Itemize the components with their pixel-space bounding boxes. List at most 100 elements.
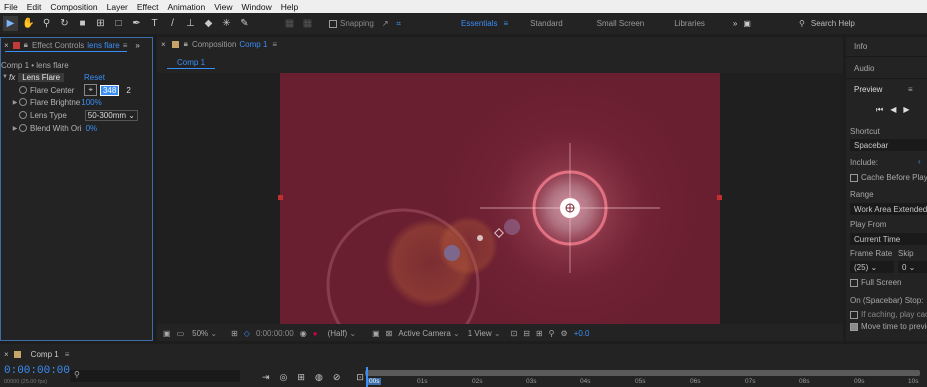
expand-icon[interactable]: ▼	[1, 74, 9, 80]
align-icon[interactable]: ▦	[282, 16, 297, 31]
panel-menu-icon[interactable]: ≡	[123, 41, 128, 50]
sync-icon[interactable]: ▣	[743, 19, 751, 28]
exposure-icon[interactable]: ⚙	[561, 329, 568, 338]
zoom-select[interactable]: 50%	[192, 329, 217, 338]
comp-flow-icon[interactable]: ⇥	[262, 372, 270, 383]
effect-row-lens-flare[interactable]: ▼ fx Lens Flare Reset	[1, 71, 152, 83]
composition-label[interactable]: Composition	[192, 40, 236, 49]
timeline-icon[interactable]: ⊞	[536, 329, 543, 338]
prev-frame-icon[interactable]: ◀	[890, 105, 896, 115]
current-time[interactable]: 0:00:00:00	[256, 329, 294, 338]
expand-icon[interactable]: ▶	[11, 125, 19, 132]
region-icon[interactable]: ▣	[372, 329, 380, 338]
effect-controls-target[interactable]: lens flare	[87, 41, 119, 50]
full-screen[interactable]: Full Screen	[850, 278, 901, 287]
time-ruler[interactable]: 00s 01s 02s 03s 04s 05s 06s 07s 08s 09s …	[361, 367, 927, 387]
rotate-tool-icon[interactable]: ↻	[57, 16, 72, 31]
panel-menu-icon[interactable]: ≡	[65, 350, 70, 359]
workspace-small-screen[interactable]: Small Screen	[597, 19, 645, 28]
crosshair-icon[interactable]: ⌖	[84, 84, 97, 96]
graph-editor-icon[interactable]: ⊘	[333, 372, 341, 383]
fast-preview-icon[interactable]: ⊟	[523, 329, 530, 338]
current-timecode[interactable]: 0:00:00:00	[4, 365, 70, 377]
lock-icon[interactable]: 🔒︎	[24, 40, 28, 50]
snapshot-icon[interactable]: ◉	[300, 329, 307, 338]
camera-select[interactable]: Active Camera	[398, 329, 459, 338]
snap-target-icon[interactable]: ⌗	[397, 19, 402, 29]
overflow-icon[interactable]: »	[135, 41, 139, 50]
menu-file[interactable]: File	[0, 2, 23, 12]
clone-stamp-tool-icon[interactable]: ⊥	[183, 16, 198, 31]
cache-before-play[interactable]: Cache Before Play	[850, 173, 927, 182]
menu-effect[interactable]: Effect	[133, 2, 164, 12]
if-caching-checkbox[interactable]	[850, 310, 858, 319]
panel-menu-icon[interactable]: ≡	[908, 85, 913, 94]
selection-tool-icon[interactable]: ▶	[3, 16, 18, 31]
resolution-select[interactable]: (Half)	[328, 329, 357, 338]
hand-tool-icon[interactable]: ✋	[21, 16, 36, 31]
mask-icon[interactable]: ◇	[244, 329, 250, 338]
menu-window[interactable]: Window	[238, 2, 277, 12]
lens-type-select[interactable]: 50-300mm ⌄	[84, 109, 138, 121]
effect-controls-tab-label[interactable]: Effect Controls	[32, 41, 84, 50]
composition-viewer[interactable]	[157, 73, 843, 324]
workspace-standard[interactable]: Standard	[530, 19, 562, 28]
pen-tool-icon[interactable]: ✒	[129, 16, 144, 31]
play-from-select[interactable]: Current Time	[850, 233, 927, 245]
exposure-value[interactable]: +0.0	[574, 329, 590, 338]
type-tool-icon[interactable]: T	[147, 16, 162, 31]
fx-badge-icon[interactable]: fx	[9, 73, 15, 82]
menu-view[interactable]: View	[210, 2, 237, 12]
camera-tool-icon[interactable]: ■	[75, 16, 90, 31]
search-help[interactable]: ⚲ Search Help	[799, 17, 927, 30]
grid-icon[interactable]: ⊞	[231, 329, 238, 338]
first-frame-icon[interactable]: ⏮	[876, 105, 883, 115]
layer-handle-left[interactable]	[278, 195, 283, 200]
playhead[interactable]	[366, 367, 368, 387]
shortcut-select[interactable]: Spacebar	[850, 139, 927, 151]
layer-handle-right[interactable]	[717, 195, 722, 200]
menu-help[interactable]: Help	[277, 2, 303, 12]
expand-icon[interactable]: ▶	[11, 99, 19, 106]
pan-behind-tool-icon[interactable]: ⊞	[93, 16, 108, 31]
preview-panel-tab[interactable]: Preview	[854, 85, 882, 94]
workspace-overflow-icon[interactable]: »	[733, 19, 737, 28]
close-icon[interactable]: ×	[4, 350, 9, 359]
view-layout-select[interactable]: 1 View	[468, 329, 501, 338]
snapping-checkbox[interactable]	[329, 19, 337, 28]
info-panel-tab[interactable]: Info	[854, 42, 867, 51]
layer-search-input[interactable]: ⚲	[70, 370, 240, 382]
stopwatch-icon[interactable]	[19, 124, 27, 132]
motion-blur-icon[interactable]: ◍	[315, 372, 323, 383]
comp-canvas[interactable]	[280, 73, 720, 324]
range-select[interactable]: Work Area Extended	[850, 203, 927, 215]
flare-center-y[interactable]: 2	[126, 86, 130, 95]
workspace-menu-icon[interactable]: ≡	[504, 19, 509, 28]
cache-checkbox[interactable]	[850, 173, 858, 182]
menu-composition[interactable]: Composition	[46, 2, 102, 12]
magnify-icon[interactable]: ▣	[163, 329, 171, 338]
include-toggle-icon[interactable]: ‹	[918, 157, 921, 166]
menu-layer[interactable]: Layer	[103, 2, 133, 12]
play-icon[interactable]: ▶	[903, 105, 909, 115]
comp-tab[interactable]: Comp 1	[167, 57, 216, 69]
snap-option-icon[interactable]: ↗	[382, 19, 389, 28]
flare-brightness-value[interactable]: 100	[81, 98, 94, 107]
transparency-grid-icon[interactable]: ⊠	[386, 329, 393, 338]
workspace-libraries[interactable]: Libraries	[674, 19, 705, 28]
skip-select[interactable]: 0 ⌄	[898, 261, 927, 273]
frame-blend-icon[interactable]: ⊞	[297, 372, 305, 383]
stopwatch-icon[interactable]	[19, 98, 27, 106]
rectangle-tool-icon[interactable]: □	[111, 16, 126, 31]
align-2-icon[interactable]: ▦	[300, 16, 315, 31]
flowchart-icon[interactable]: ⚲	[549, 329, 555, 338]
flare-center-x-input[interactable]: 348	[99, 84, 120, 96]
reset-link[interactable]: Reset	[84, 73, 105, 82]
workspace-essentials[interactable]: Essentials	[461, 19, 497, 28]
zoom-tool-icon[interactable]: ⚲	[39, 16, 54, 31]
audio-panel-tab[interactable]: Audio	[854, 64, 874, 73]
snapping-toggle[interactable]: Snapping ↗ ⌗	[329, 19, 401, 29]
composition-target[interactable]: Comp 1	[239, 40, 267, 49]
puppet-pin-tool-icon[interactable]: ✎	[237, 16, 252, 31]
toggle-pixel-icon[interactable]: ⊡	[511, 329, 518, 338]
